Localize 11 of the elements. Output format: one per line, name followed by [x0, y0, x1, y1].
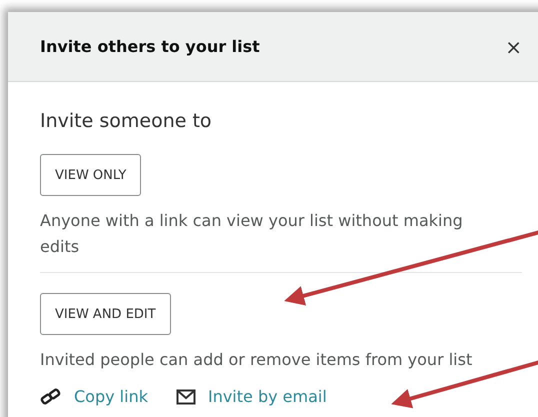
- invite-email-link[interactable]: Invite by email: [208, 387, 327, 406]
- link-icon: [40, 388, 62, 406]
- permission-button[interactable]: VIEW AND EDIT: [40, 293, 171, 335]
- close-button[interactable]: ×: [505, 36, 522, 56]
- permission-description: Invited people can add or remove items from your list: [40, 349, 474, 371]
- section-heading: Invite someone to: [40, 110, 213, 132]
- email-icon: [176, 388, 196, 404]
- copy-link[interactable]: Copy link: [74, 387, 148, 406]
- dialog-title: Invite others to your list: [40, 37, 261, 56]
- permission-description: Anyone with a link can view your list without making edits: [40, 210, 464, 258]
- permission-button[interactable]: VIEW ONLY: [40, 154, 142, 196]
